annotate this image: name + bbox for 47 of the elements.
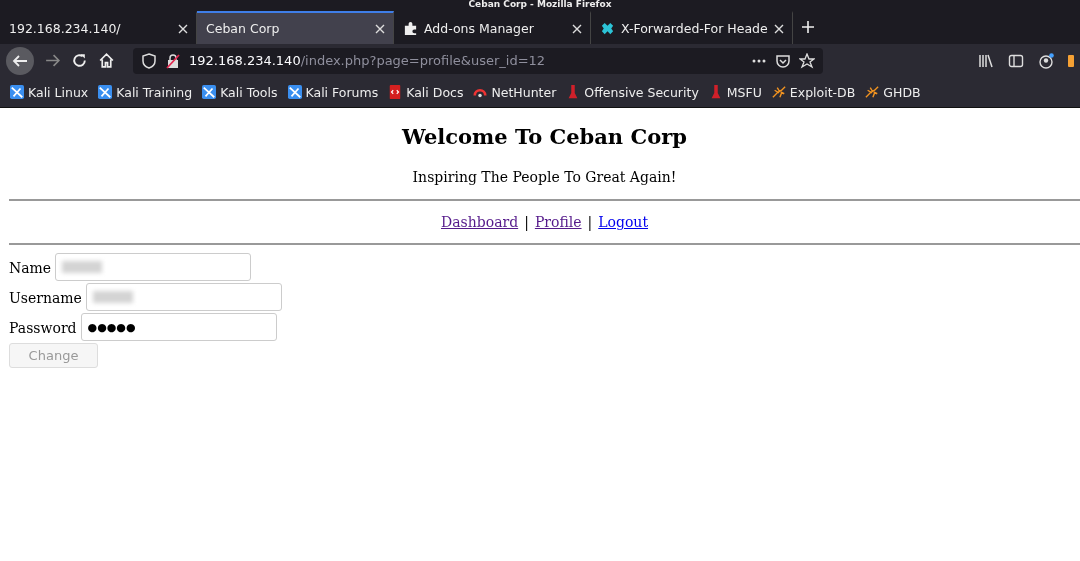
new-tab-icon[interactable] [800,20,815,34]
blurred-value [92,291,133,303]
bookmark[interactable]: Exploit-DB [771,84,856,100]
bookmark[interactable]: GHDB [865,84,921,100]
nav-link[interactable]: Logout [598,214,648,230]
close-icon[interactable] [572,23,582,34]
tagline: Inspiring The People To Great Again! [411,169,678,185]
nav-link[interactable]: Dashboard [441,214,519,230]
window-title: Ceban Corp - Mozilla Firefox [468,0,612,9]
home-icon[interactable] [98,52,115,69]
page-heading: Welcome To Ceban Corp [400,124,688,149]
separator-text: | [524,214,529,230]
field-label: Name [9,260,52,276]
library-icon[interactable] [978,52,994,69]
field-label: Username [9,290,82,306]
star-icon[interactable] [799,52,815,69]
sidebar-icon[interactable] [1008,52,1024,69]
browser-tab[interactable]: Ceban Corp [197,11,394,44]
forward-icon[interactable] [44,52,61,69]
insecure-lock-icon [165,52,181,69]
close-icon[interactable] [178,23,188,34]
bookmark[interactable]: Kali Tools [202,84,278,100]
puzzle-icon [403,21,418,36]
document-icon [388,85,403,99]
address-bar[interactable]: 192.168.234.140/index.php?page=profile&user_id=12 [133,47,823,74]
bookmark[interactable]: Kali Training [98,84,193,100]
back-icon[interactable] [6,46,34,75]
input-field[interactable] [85,283,282,311]
extension-icon[interactable] [1068,52,1074,69]
close-icon[interactable] [773,23,784,34]
account-icon[interactable] [1038,52,1054,69]
bookmark[interactable]: MSFU [708,84,762,100]
field-label: Password [9,320,77,336]
nav-link[interactable]: Profile [534,214,582,230]
bookmark[interactable]: Kali Forums [287,84,379,100]
input-field[interactable] [55,253,252,281]
reload-icon[interactable] [71,52,88,69]
bookmark[interactable]: NetHunter [473,84,557,100]
bookmark[interactable]: Kali Docs [388,84,464,100]
separator-text: | [587,214,593,230]
bookmark[interactable]: Kali Linux [10,84,89,100]
password-field[interactable]: ●●●●● [80,313,277,341]
shield-icon [141,52,157,69]
bookmark[interactable]: Offensive Security [566,84,699,100]
blurred-value [62,261,103,273]
pocket-icon[interactable] [775,52,791,69]
close-icon[interactable] [375,23,385,34]
